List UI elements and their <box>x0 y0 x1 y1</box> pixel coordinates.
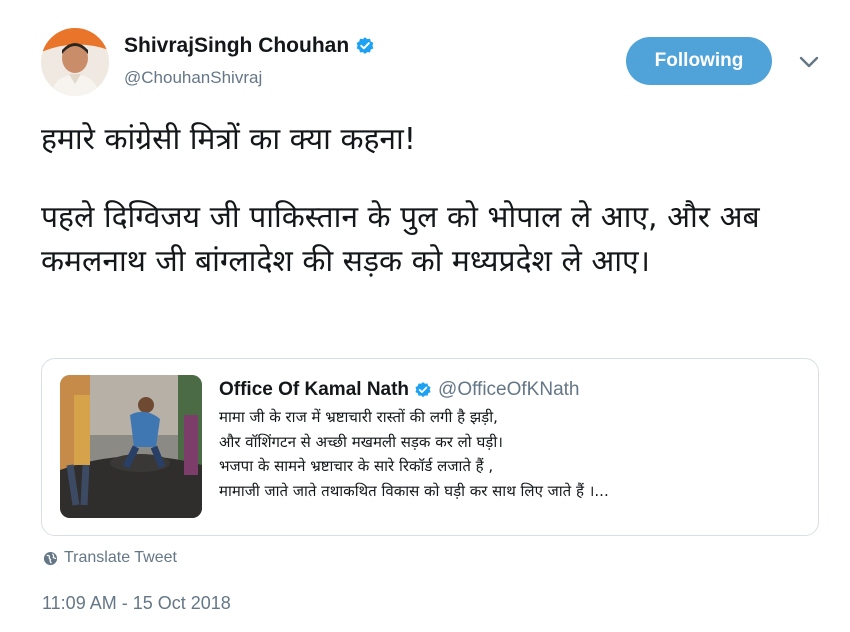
tweet-paragraph: हमारे कांग्रेसी मित्रों का क्या कहना! <box>41 122 416 157</box>
verified-badge-icon <box>415 382 431 398</box>
author-display-name[interactable]: ShivrajSingh Chouhan <box>124 34 349 58</box>
tweet-timestamp[interactable]: 11:09 AM - 15 Oct 2018 <box>42 593 231 614</box>
translate-tweet-label[interactable]: Translate Tweet <box>64 549 177 567</box>
avatar-image <box>41 28 109 96</box>
quoted-tweet-header: Office Of Kamal Nath @OfficeOfKNath <box>219 379 579 401</box>
author-handle[interactable]: @ChouhanShivraj <box>124 68 262 88</box>
author-avatar[interactable] <box>41 28 109 96</box>
quoted-tweet-thumbnail <box>60 375 202 518</box>
road-repair-photo <box>60 375 202 518</box>
quoted-tweet-text: मामा जी के राज में भ्रष्टाचारी रास्तों क… <box>219 405 809 503</box>
quoted-line: और वॉशिंगटन से अच्छी मखमली सड़क कर लो घड… <box>219 432 503 451</box>
quoted-author-handle[interactable]: @OfficeOfKNath <box>438 379 579 401</box>
following-button[interactable]: Following <box>626 37 772 85</box>
quoted-tweet-card[interactable]: Office Of Kamal Nath @OfficeOfKNath मामा… <box>41 358 819 536</box>
chevron-down-icon[interactable] <box>798 54 820 70</box>
translate-tweet-link[interactable]: Translate Tweet <box>43 549 177 567</box>
quoted-line: भजपा के सामने भ्रष्टाचार के सारे रिकॉर्ड… <box>219 457 494 475</box>
author-name-row[interactable]: ShivrajSingh Chouhan <box>124 34 375 58</box>
quoted-line: मामाजी जाते जाते तथाकथित विकास को घड़ी क… <box>219 481 609 500</box>
globe-icon <box>43 551 58 565</box>
quoted-line: मामा जी के राज में भ्रष्टाचारी रास्तों क… <box>219 408 498 426</box>
verified-badge-icon <box>356 37 374 54</box>
tweet-paragraph: पहले दिग्विजय जी पाकिस्तान के पुल को भोप… <box>41 200 760 279</box>
tweet-text: हमारे कांग्रेसी मित्रों का क्या कहना! पह… <box>41 118 821 284</box>
quoted-author-name[interactable]: Office Of Kamal Nath <box>219 379 409 401</box>
